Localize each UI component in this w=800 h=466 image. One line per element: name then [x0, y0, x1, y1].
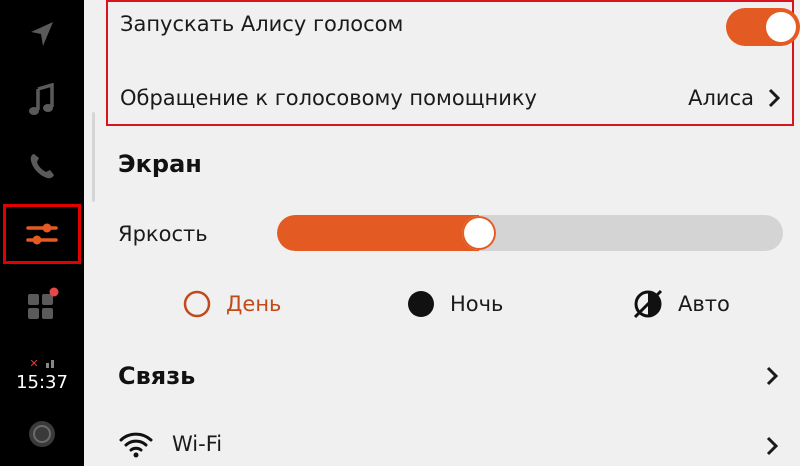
- wifi-icon: [119, 432, 153, 458]
- navigation-arrow-icon: [31, 22, 53, 46]
- night-mode-icon: [408, 291, 434, 317]
- brightness-slider-fill: [277, 215, 480, 251]
- mode-day-label: День: [226, 292, 282, 316]
- voice-assistant-settings-group: Запускать Алису голосом Обращение к голо…: [106, 0, 800, 126]
- no-signal-icon: ✕: [29, 356, 39, 370]
- voice-activation-label: Запускать Алису голосом: [120, 12, 404, 36]
- settings-panel: Запускать Алису голосом Обращение к голо…: [100, 0, 800, 466]
- mode-night[interactable]: Ночь: [406, 284, 503, 324]
- voice-activation-toggle[interactable]: [726, 8, 800, 46]
- clock-time: 15:37: [16, 372, 68, 393]
- brightness-label: Яркость: [118, 222, 208, 246]
- chevron-right-icon: [766, 366, 778, 386]
- assistant-address-row[interactable]: Алиса: [668, 78, 794, 118]
- mode-auto-label: Авто: [678, 292, 730, 316]
- settings-button[interactable]: [3, 204, 81, 264]
- mode-night-label: Ночь: [450, 292, 504, 316]
- chevron-right-icon: [768, 88, 780, 108]
- auto-mode-icon: [633, 289, 663, 319]
- assistant-address-label: Обращение к голосовому помощнику: [120, 86, 537, 110]
- assistant-address-value: Алиса: [688, 86, 754, 110]
- apps-grid-icon: [28, 287, 59, 319]
- mode-auto[interactable]: Авто: [632, 284, 730, 324]
- chevron-right-icon: [766, 436, 778, 456]
- connection-row[interactable]: Связь: [100, 352, 800, 402]
- wifi-row[interactable]: Wi-Fi: [100, 422, 800, 466]
- phone-button[interactable]: [0, 146, 84, 186]
- connection-section-title: Связь: [118, 362, 196, 390]
- toggle-knob: [766, 12, 796, 42]
- status-indicators: ✕: [0, 356, 84, 370]
- radio-unselected-icon: [183, 290, 211, 318]
- apps-button[interactable]: [0, 280, 84, 328]
- scroll-indicator[interactable]: [92, 112, 95, 202]
- phone-icon: [30, 154, 54, 179]
- sidebar: ✕ 15:37: [0, 0, 84, 466]
- mode-day[interactable]: День: [182, 284, 281, 324]
- wifi-label: Wi-Fi: [172, 432, 223, 456]
- brightness-slider[interactable]: [277, 215, 783, 251]
- music-button[interactable]: [0, 80, 84, 120]
- alice-button[interactable]: [0, 414, 84, 454]
- signal-bars-icon: [45, 360, 54, 368]
- settings-sliders-icon: [26, 223, 58, 245]
- navigation-button[interactable]: [0, 14, 84, 54]
- alice-assistant-icon: [29, 421, 55, 447]
- screen-section-title: Экран: [118, 150, 202, 178]
- music-note-icon: [29, 83, 54, 115]
